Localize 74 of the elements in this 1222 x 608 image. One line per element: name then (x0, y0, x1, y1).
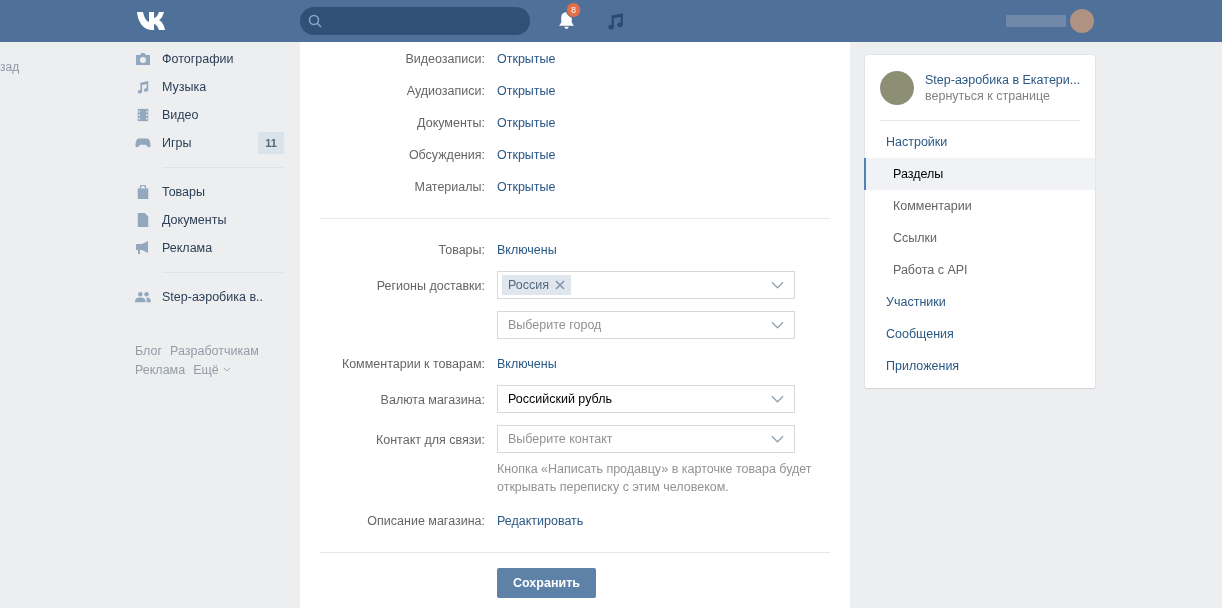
menu-item[interactable]: Музыка (135, 73, 284, 101)
menu-item[interactable]: Step-аэробика в.. (135, 283, 284, 311)
camera-icon (135, 52, 151, 66)
nav-item[interactable]: Ссылки (864, 222, 1095, 254)
counter-badge: 11 (258, 132, 284, 154)
chevron-down-icon (771, 395, 784, 403)
menu-item[interactable]: Товары (135, 178, 284, 206)
music-note-icon (135, 80, 151, 94)
notification-badge: 8 (566, 2, 581, 18)
setting-value[interactable]: Открытые (497, 76, 556, 106)
nav-item[interactable]: Приложения (864, 350, 1095, 382)
field-label: Товары: (437, 242, 486, 259)
menu-item-label: Товары (162, 185, 206, 199)
menu-item-label: Видео (162, 108, 200, 122)
back-link[interactable]: вернуться к странице (925, 89, 1081, 103)
avatar-placeholder[interactable] (1070, 9, 1094, 33)
search-field[interactable] (300, 7, 530, 35)
region-tag: Россия (502, 275, 571, 295)
field-label: Описание магазина: (366, 513, 486, 530)
field-label: Видеозаписи: (404, 51, 486, 68)
blurred-name (1006, 15, 1066, 27)
group-name-link[interactable]: Step-аэробика в Екатери... (925, 73, 1081, 87)
field-label: Валюта магазина: (379, 392, 486, 409)
nav-item[interactable]: Настройки (864, 126, 1095, 158)
nav-item[interactable]: Работа с API (864, 254, 1095, 286)
field-label: Аудиозаписи: (405, 83, 486, 100)
close-icon[interactable] (555, 280, 565, 290)
menu-item-label: Реклама (162, 241, 214, 255)
setting-value[interactable]: Включены (497, 235, 557, 265)
gamepad-icon (135, 136, 151, 150)
menu-item[interactable]: Видео (135, 101, 284, 129)
field-label: Контакт для связи: (375, 432, 486, 449)
chevron-down-icon (771, 435, 784, 443)
bell-icon[interactable] (558, 11, 575, 30)
music-note-icon[interactable] (606, 12, 624, 30)
nav-item[interactable]: Комментарии (864, 190, 1095, 222)
nav-item[interactable]: Разделы (864, 158, 1095, 190)
document-icon (135, 213, 151, 227)
menu-item[interactable]: Игры 11 (135, 129, 284, 157)
setting-value[interactable]: Включены (497, 349, 557, 379)
nav-item[interactable]: Сообщения (864, 318, 1095, 350)
setting-value[interactable]: Открытые (497, 172, 556, 202)
field-label: Регионы доставки: (375, 278, 486, 295)
menu-item-label: Музыка (162, 80, 208, 94)
chevron-down-icon (771, 281, 784, 289)
dropdown-select[interactable]: Российский рубль (497, 385, 795, 413)
logo-icon[interactable] (136, 11, 168, 31)
film-icon (135, 108, 151, 122)
field-label: Материалы: (413, 179, 486, 196)
field-label: Обсуждения: (407, 147, 486, 164)
setting-value[interactable]: Открытые (497, 108, 556, 138)
field-label: Документы: (416, 115, 486, 132)
menu-item-label: Документы (162, 213, 228, 227)
chevron-down-icon (222, 367, 231, 372)
menu-item[interactable]: Документы (135, 206, 284, 234)
menu-item-label: Фотографии (162, 52, 235, 66)
nav-item[interactable]: Участники (864, 286, 1095, 318)
group-avatar-placeholder[interactable] (880, 71, 914, 105)
people-icon (135, 290, 151, 304)
menu-item-label: Игры (162, 136, 193, 150)
save-button[interactable]: Сохранить (497, 568, 596, 598)
hint-text: Кнопка «Написать продавцу» в карточке товара будет открывать переписку с этим человеком. (497, 461, 813, 496)
chevron-down-icon (771, 321, 784, 329)
setting-value[interactable]: Открытые (497, 140, 556, 170)
field-label: Комментарии к товарам: (340, 356, 486, 373)
megaphone-icon (135, 241, 151, 255)
menu-item[interactable]: Фотографии (135, 45, 284, 73)
search-icon (308, 14, 322, 28)
menu-item[interactable]: Реклама (135, 234, 284, 262)
region-select[interactable]: Россия (497, 271, 795, 299)
setting-value[interactable]: Редактировать (497, 506, 584, 536)
setting-value[interactable]: Открытые (497, 44, 556, 74)
menu-item-label: Step-аэробика в.. (162, 290, 264, 304)
bag-icon (135, 185, 151, 199)
